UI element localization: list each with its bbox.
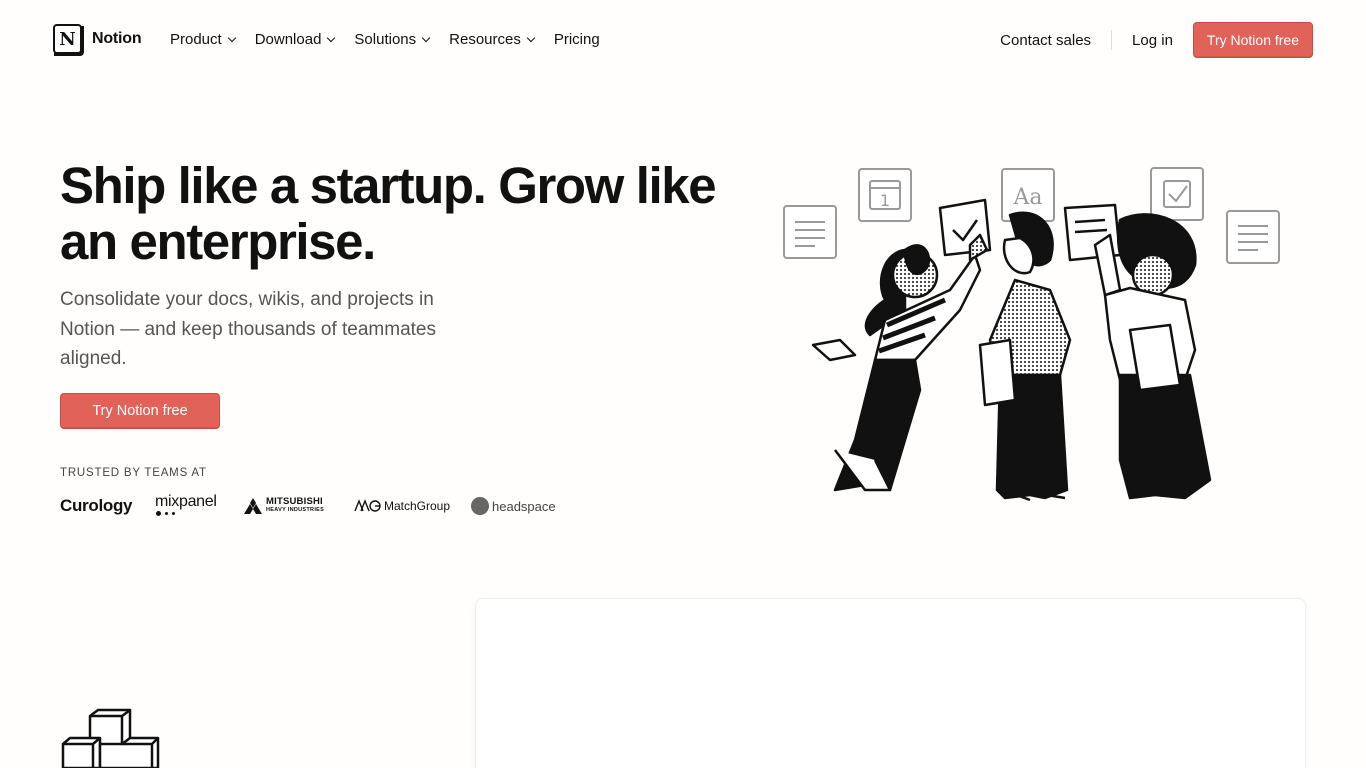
document-card-icon (783, 205, 837, 259)
headspace-logo: headspace (471, 492, 556, 520)
document-card-icon-right (1226, 210, 1280, 264)
main-menu: Product Download Solutions Resources Pri… (170, 31, 620, 48)
menu-item-label: Resources (449, 31, 521, 48)
menu-item-resources[interactable]: Resources (449, 31, 536, 48)
try-notion-free-nav-button[interactable]: Try Notion free (1192, 22, 1313, 58)
mixpanel-dots-icon (156, 511, 175, 516)
person-middle-figure (978, 211, 1072, 502)
calendar-card-icon: 1 (858, 168, 912, 222)
curology-logo: Curology (60, 496, 133, 515)
logo-text: Notion (92, 30, 142, 47)
chevron-down-icon (227, 33, 236, 42)
matchgroup-mark-icon (354, 499, 381, 512)
headspace-dot-icon (471, 497, 489, 515)
chevron-down-icon (327, 33, 336, 42)
menu-item-download[interactable]: Download (254, 31, 336, 48)
notion-logo-icon: N (53, 24, 84, 56)
type-glyph: Aa (1012, 185, 1042, 210)
mitsubishi-subname: HEAVY INDUSTRIES (266, 507, 325, 513)
menu-item-label: Pricing (553, 31, 600, 48)
right-nav: Contact sales Log in Try Notion free (1000, 22, 1313, 58)
person-left-figure (811, 198, 992, 492)
matchgroup-logo: MatchGroup (353, 492, 450, 520)
hero-illustration: 1 Aa (783, 167, 1280, 502)
notion-logo-link[interactable]: N Notion (53, 24, 142, 56)
menu-item-solutions[interactable]: Solutions (354, 31, 431, 48)
mitsubishi-name: MITSUBISHI (266, 496, 323, 507)
menu-item-product[interactable]: Product (170, 31, 236, 48)
menu-item-label: Download (254, 31, 322, 48)
mitsubishi-logo: MITSUBISHI HEAVY INDUSTRIES (243, 492, 324, 520)
person-right-figure (1063, 203, 1212, 500)
checkbox-card-icon (1150, 167, 1204, 221)
calendar-day: 1 (880, 191, 890, 210)
chevron-down-icon (421, 33, 431, 42)
headspace-name: headspace (492, 498, 556, 514)
mitsubishi-diamonds-icon (244, 497, 262, 514)
login-link[interactable]: Log in (1132, 32, 1173, 49)
menu-item-pricing[interactable]: Pricing (554, 31, 600, 48)
logo-glyph: N (59, 28, 76, 50)
try-notion-free-hero-button[interactable]: Try Notion free (60, 393, 220, 429)
hero-subheadline: Consolidate your docs, wikis, and projec… (60, 289, 437, 369)
top-navigation: N Notion Product Download Solutions Reso… (0, 0, 1366, 80)
product-preview-card (475, 598, 1306, 768)
hero-headline: Ship like a startup. Grow like an enterp… (60, 157, 717, 270)
nav-divider (1111, 30, 1113, 50)
matchgroup-name: MatchGroup (384, 499, 451, 513)
trusted-by-label: TRUSTED BY TEAMS AT (60, 467, 207, 479)
building-blocks-icon (61, 708, 160, 768)
chevron-down-icon (526, 33, 536, 42)
menu-item-label: Product (170, 31, 222, 48)
menu-item-label: Solutions (354, 31, 417, 48)
customer-logos: Curology mixpanel MITSUBISHI HEAVY INDUS… (60, 492, 580, 520)
contact-sales-link[interactable]: Contact sales (1000, 32, 1091, 49)
